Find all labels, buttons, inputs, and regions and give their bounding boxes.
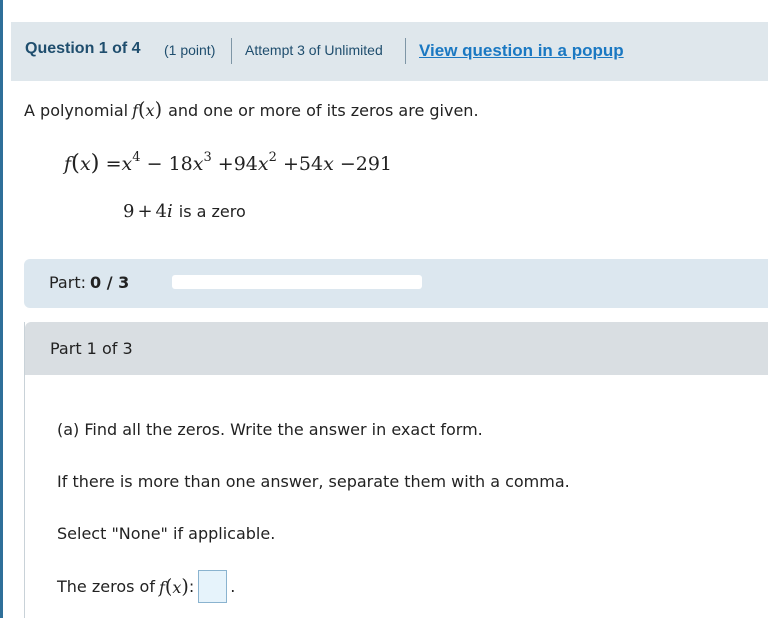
- answer-prefix: The zeros of: [57, 577, 155, 596]
- part-progress-label: Part: 0 / 3: [49, 273, 129, 292]
- intro-function: f(x): [132, 98, 163, 121]
- poly-constant: 291: [355, 153, 393, 175]
- poly-term3-coef: 94: [233, 153, 258, 175]
- poly-term3-base: x: [257, 153, 269, 175]
- zero-real: 9: [123, 201, 135, 222]
- view-popup-link[interactable]: View question in a popup: [419, 41, 624, 61]
- question-points: (1 point): [164, 42, 216, 58]
- poly-term4-coef: 54: [298, 153, 324, 175]
- given-zero: 9 +4i is a zero: [123, 201, 246, 222]
- problem-intro: A polynomial f(x) and one or more of its…: [24, 98, 479, 121]
- zero-imag-coef: 4: [155, 201, 167, 222]
- poly-op3: +: [282, 153, 299, 175]
- poly-equals: =: [105, 153, 122, 175]
- answer-colon: :: [188, 577, 195, 596]
- poly-term2-base: x: [192, 153, 204, 175]
- instruction-separator: If there is more than one answer, separa…: [57, 472, 570, 491]
- left-border: [0, 0, 3, 618]
- part1-card: Part 1 of 3 (a) Find all the zeros. Writ…: [24, 322, 768, 618]
- answer-period: .: [230, 577, 236, 596]
- poly-op1: −: [146, 153, 163, 175]
- zero-value: 9 +4i: [123, 201, 173, 222]
- poly-term4-base: x: [323, 153, 334, 175]
- part-label-text: Part:: [49, 273, 86, 292]
- progress-track: [172, 275, 422, 289]
- poly-func-var: x: [79, 153, 91, 175]
- intro-func-var: x: [145, 101, 155, 120]
- part1-title: Part 1 of 3: [50, 339, 133, 358]
- instruction-none: Select "None" if applicable.: [57, 524, 276, 543]
- zeros-answer-input[interactable]: [198, 570, 228, 603]
- poly-func-name: f: [64, 153, 72, 175]
- poly-op2: +: [217, 153, 234, 175]
- instruction-find-zeros: (a) Find all the zeros. Write the answer…: [57, 420, 483, 439]
- zero-text: is a zero: [178, 202, 246, 221]
- poly-term1-base: x: [121, 153, 133, 175]
- polynomial-expression: f(x) =x4 − 18x3 +94x2 +54x −291: [64, 150, 393, 176]
- answer-function: f(x): [158, 575, 189, 598]
- answer-line: The zeros of f(x) : .: [57, 570, 235, 603]
- zero-plus: +: [137, 201, 153, 222]
- part-score: 0 / 3: [89, 273, 130, 292]
- poly-term2-exp: 3: [203, 150, 212, 165]
- poly-op4: −: [339, 153, 356, 175]
- part1-header: Part 1 of 3: [25, 322, 768, 375]
- poly-term1-exp: 4: [132, 150, 141, 165]
- header-divider: [405, 38, 406, 64]
- intro-text-after: and one or more of its zeros are given.: [168, 101, 479, 120]
- header-divider: [231, 38, 232, 64]
- question-header: Question 1 of 4 (1 point) Attempt 3 of U…: [11, 22, 768, 81]
- intro-text-before: A polynomial: [24, 101, 129, 120]
- part-progress-bar: Part: 0 / 3: [24, 259, 768, 308]
- zero-imag-unit: i: [167, 201, 173, 222]
- poly-term3-exp: 2: [268, 150, 277, 165]
- question-number: Question 1 of 4: [25, 40, 141, 57]
- attempt-counter: Attempt 3 of Unlimited: [245, 42, 383, 58]
- poly-term2-coef: 18: [168, 153, 193, 175]
